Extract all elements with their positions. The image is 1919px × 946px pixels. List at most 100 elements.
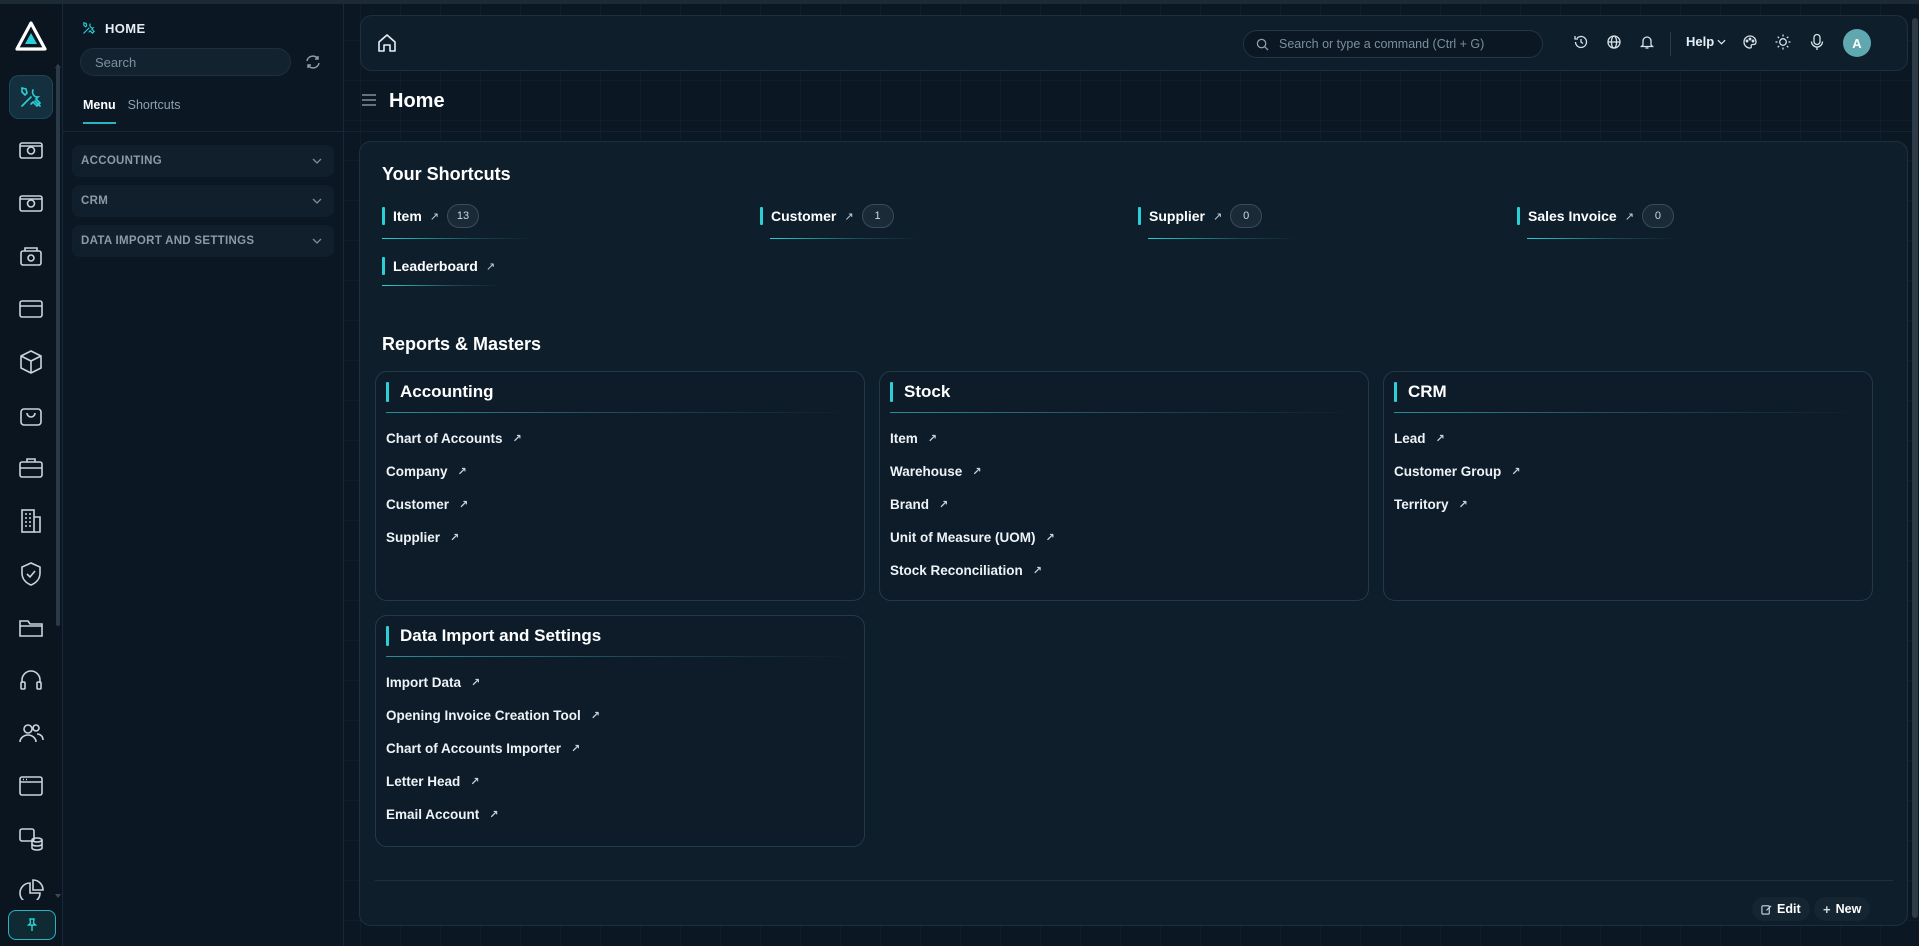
headset-icon[interactable] xyxy=(9,658,53,702)
microphone-icon[interactable] xyxy=(1807,32,1827,52)
money-eye-icon-2[interactable] xyxy=(9,181,53,225)
rail-scrollbar[interactable] xyxy=(56,66,60,626)
refresh-icon[interactable] xyxy=(304,53,322,71)
card-title-text: Data Import and Settings xyxy=(400,626,602,645)
arrow-up-right-icon: ↗ xyxy=(1032,565,1042,577)
link-label: Lead xyxy=(1394,431,1426,446)
new-button[interactable]: + New xyxy=(1814,897,1871,921)
sidebar-search-input[interactable]: Search xyxy=(80,48,291,76)
pie-chart-icon[interactable] xyxy=(9,870,53,900)
card-divider xyxy=(386,412,856,413)
link-label: Chart of Accounts xyxy=(386,431,503,446)
card-link[interactable]: Supplier ↗ xyxy=(386,530,459,545)
card-icon[interactable] xyxy=(9,287,53,331)
footer-divider xyxy=(375,880,1893,881)
arrow-up-right-icon: ↗ xyxy=(939,499,949,511)
card-divider xyxy=(890,412,1360,413)
tab-shortcuts[interactable]: Shortcuts xyxy=(128,98,181,124)
link-label: Letter Head xyxy=(386,774,461,789)
card-accent-bar xyxy=(386,626,389,646)
card-link[interactable]: Stock Reconciliation ↗ xyxy=(890,563,1042,578)
card-link[interactable]: Customer Group ↗ xyxy=(1394,464,1520,479)
home-icon[interactable] xyxy=(375,31,399,55)
globe-icon[interactable] xyxy=(1604,32,1624,52)
arrow-up-right-icon: ↗ xyxy=(485,260,496,273)
users-icon[interactable] xyxy=(9,711,53,755)
shortcut-supplier[interactable]: Supplier ↗ 0 xyxy=(1138,202,1263,230)
edit-label: Edit xyxy=(1777,902,1801,916)
report-card-data-import: Data Import and Settings Import Data ↗ Op… xyxy=(375,615,865,847)
help-dropdown[interactable]: Help xyxy=(1686,34,1726,49)
card-link[interactable]: Brand ↗ xyxy=(890,497,948,512)
shield-check-icon[interactable] xyxy=(9,552,53,596)
avatar[interactable]: A xyxy=(1843,29,1871,57)
arrow-up-right-icon: ↗ xyxy=(1213,210,1223,223)
search-icon xyxy=(1256,38,1269,51)
command-search-input[interactable]: Search or type a command (Ctrl + G) xyxy=(1243,30,1543,58)
shortcut-customer[interactable]: Customer ↗ 1 xyxy=(760,202,894,230)
sidebar-toggle-icon[interactable] xyxy=(361,93,377,107)
shortcut-leaderboard[interactable]: Leaderboard ↗ xyxy=(382,252,495,280)
card-link[interactable]: Opening Invoice Creation Tool ↗ xyxy=(386,708,600,723)
shortcut-sales-invoice[interactable]: Sales Invoice ↗ 0 xyxy=(1517,202,1674,230)
card-link[interactable]: Chart of Accounts ↗ xyxy=(386,431,522,446)
sidebar-group-accounting[interactable]: ACCOUNTING xyxy=(72,145,334,177)
link-label: Item xyxy=(890,431,918,446)
card-link[interactable]: Warehouse ↗ xyxy=(890,464,982,479)
card-link[interactable]: Item ↗ xyxy=(890,431,937,446)
card-link[interactable]: Territory ↗ xyxy=(1394,497,1468,512)
sidebar-group-label: DATA IMPORT AND SETTINGS xyxy=(81,235,255,247)
card-link[interactable]: Letter Head ↗ xyxy=(386,774,480,789)
card-accent-bar xyxy=(386,382,389,402)
shortcut-accent-bar xyxy=(382,207,385,225)
card-link[interactable]: Lead ↗ xyxy=(1394,431,1445,446)
bell-icon[interactable] xyxy=(1637,32,1657,52)
card-link[interactable]: Unit of Measure (UOM) ↗ xyxy=(890,530,1055,545)
briefcase-icon[interactable] xyxy=(9,446,53,490)
card-link[interactable]: Import Data ↗ xyxy=(386,675,480,690)
palette-icon[interactable] xyxy=(1740,32,1760,52)
card-link[interactable]: Chart of Accounts Importer ↗ xyxy=(386,741,580,756)
chevron-down-icon xyxy=(312,158,322,164)
shortcut-label: Sales Invoice xyxy=(1528,208,1617,224)
card-link[interactable]: Email Account ↗ xyxy=(386,807,499,822)
edit-button[interactable]: Edit xyxy=(1752,897,1810,921)
history-icon[interactable] xyxy=(1571,32,1591,52)
link-label: Unit of Measure (UOM) xyxy=(890,530,1036,545)
shortcut-accent-bar xyxy=(382,257,385,275)
box-icon[interactable] xyxy=(9,340,53,384)
shortcut-item[interactable]: Item ↗ 13 xyxy=(382,202,480,230)
building-icon[interactable] xyxy=(9,499,53,543)
title-divider xyxy=(344,131,1919,132)
sun-icon[interactable] xyxy=(1773,32,1793,52)
shortcut-underline xyxy=(770,238,920,239)
shortcut-accent-bar xyxy=(1138,207,1141,225)
menu-sidebar: HOME Search Menu Shortcuts ACCOUNTING CR… xyxy=(63,4,344,946)
card-divider xyxy=(1394,412,1864,413)
shortcut-label: Customer xyxy=(771,208,837,224)
folder-icon[interactable] xyxy=(9,605,53,649)
link-label: Import Data xyxy=(386,675,462,690)
chevron-down-icon xyxy=(1717,39,1726,45)
window-icon[interactable] xyxy=(9,764,53,808)
tab-menu[interactable]: Menu xyxy=(83,98,116,124)
search-placeholder: Search or type a command (Ctrl + G) xyxy=(1279,37,1485,51)
scroll-down-icon[interactable] xyxy=(55,894,61,898)
sidebar-group-crm[interactable]: CRM xyxy=(72,185,334,217)
money-eye-icon[interactable] xyxy=(9,128,53,172)
card-link[interactable]: Company ↗ xyxy=(386,464,467,479)
report-card-crm: CRM Lead ↗ Customer Group ↗ Territory ↗ xyxy=(1383,371,1873,601)
card-link[interactable]: Customer ↗ xyxy=(386,497,468,512)
arrow-up-right-icon: ↗ xyxy=(1045,532,1055,544)
page-scrollbar[interactable] xyxy=(1912,18,1918,918)
pin-button[interactable] xyxy=(8,910,56,940)
shopping-bag-icon[interactable] xyxy=(9,393,53,437)
card-title: Accounting xyxy=(386,382,494,402)
sidebar-group-data-import[interactable]: DATA IMPORT AND SETTINGS xyxy=(72,225,334,257)
sidebar-group-label: ACCOUNTING xyxy=(81,155,162,167)
link-label: Chart of Accounts Importer xyxy=(386,741,562,756)
app-logo-icon[interactable] xyxy=(14,20,48,54)
database-icon[interactable] xyxy=(9,817,53,861)
cash-register-icon[interactable] xyxy=(9,234,53,278)
tools-icon[interactable] xyxy=(9,75,53,119)
